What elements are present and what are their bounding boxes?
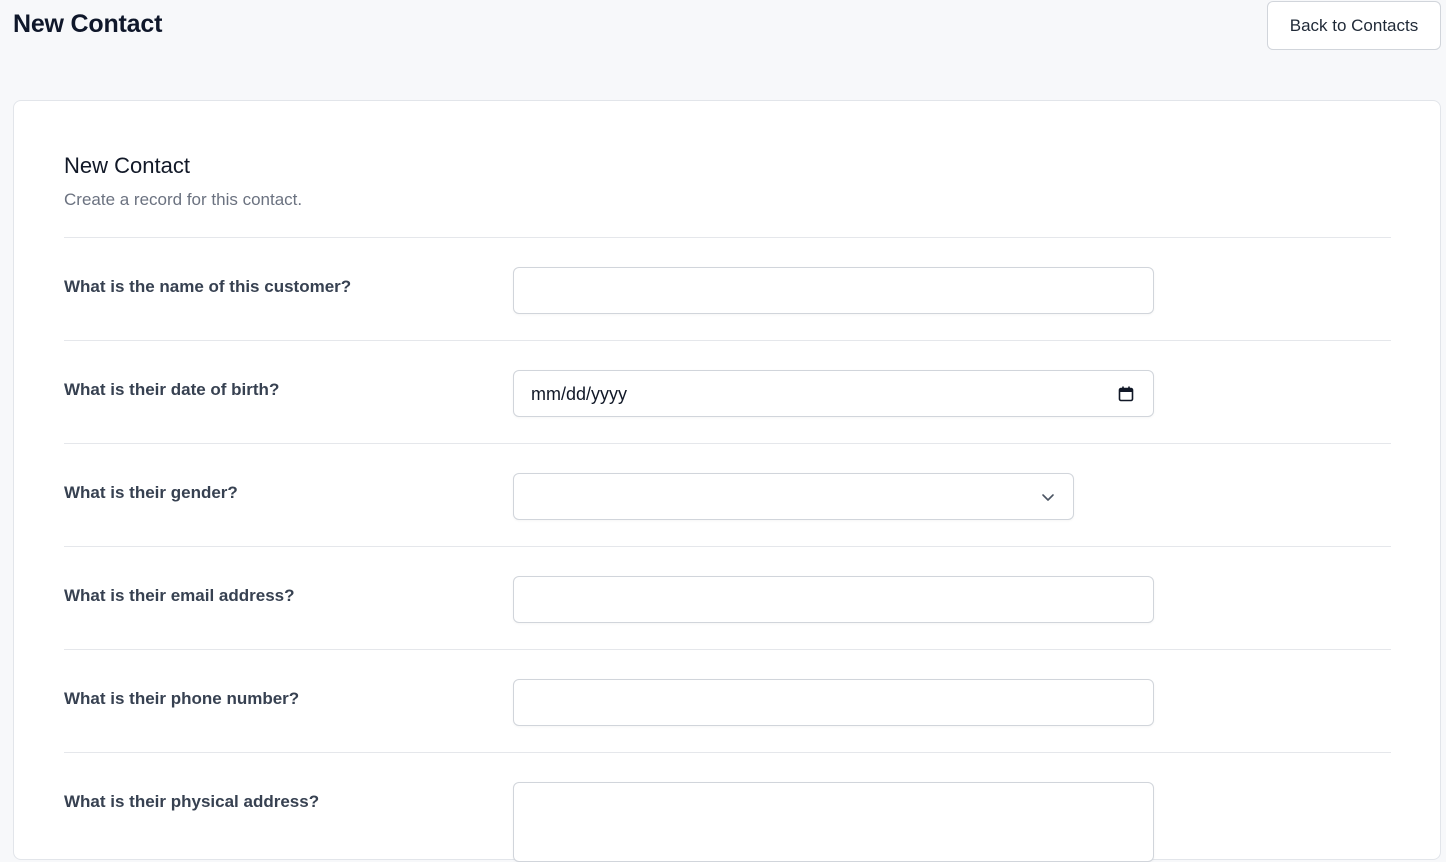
new-contact-form-card: New Contact Create a record for this con… bbox=[13, 100, 1441, 862]
email-label: What is their email address? bbox=[64, 586, 295, 605]
divider bbox=[64, 443, 1391, 444]
divider bbox=[64, 237, 1391, 238]
divider bbox=[64, 546, 1391, 547]
name-label: What is the name of this customer? bbox=[64, 277, 352, 296]
form-subtitle: Create a record for this contact. bbox=[64, 190, 303, 209]
gender-select[interactable] bbox=[513, 473, 1074, 520]
page-header: New Contact Back to Contacts bbox=[0, 0, 1446, 60]
physical-address-textarea[interactable] bbox=[513, 782, 1154, 862]
phone-label: What is their phone number? bbox=[64, 689, 300, 708]
date-placeholder: mm/dd/yyyy bbox=[531, 384, 628, 404]
back-to-contacts-button[interactable]: Back to Contacts bbox=[1267, 1, 1441, 50]
physical-address-label: What is their physical address? bbox=[64, 792, 320, 811]
form-title: New Contact bbox=[64, 153, 190, 178]
calendar-icon[interactable] bbox=[1117, 385, 1135, 403]
chevron-down-icon bbox=[1042, 494, 1054, 501]
divider bbox=[64, 752, 1391, 753]
customer-name-input[interactable] bbox=[513, 267, 1154, 314]
gender-label: What is their gender? bbox=[64, 483, 238, 502]
date-of-birth-label: What is their date of birth? bbox=[64, 380, 280, 399]
page-title: New Contact bbox=[13, 10, 163, 38]
divider bbox=[64, 340, 1391, 341]
email-input[interactable] bbox=[513, 576, 1154, 623]
divider bbox=[64, 649, 1391, 650]
date-of-birth-input[interactable]: mm/dd/yyyy bbox=[513, 370, 1154, 417]
phone-input[interactable] bbox=[513, 679, 1154, 726]
